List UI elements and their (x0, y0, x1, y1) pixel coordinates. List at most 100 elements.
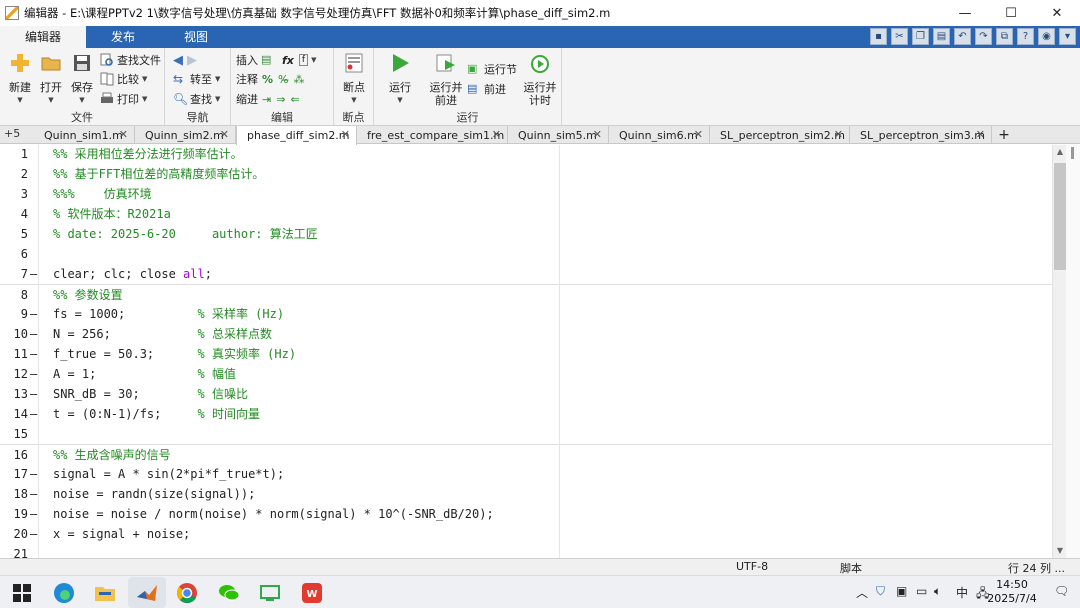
code-line[interactable]: 5 % date: 2025-6-20 author: 算法工匠 (0, 224, 1052, 244)
indent-button[interactable]: 缩进 ⇥ ⇒ ⇐ (236, 90, 300, 108)
close-button[interactable]: ✕ (1034, 0, 1080, 26)
uncomment-icon[interactable]: %̶ (278, 73, 288, 86)
redo-icon[interactable]: ↷ (975, 28, 992, 45)
close-tab-icon[interactable]: ✕ (593, 128, 602, 141)
code-line[interactable]: 19— noise = noise / norm(noise) * norm(si… (0, 504, 1052, 524)
wrap-comments-icon[interactable]: ⁂ (293, 73, 304, 86)
code-line[interactable]: 13— SNR_dB = 30; % 信噪比 (0, 384, 1052, 404)
system-clock[interactable]: 14:50 2025/7/4 (982, 578, 1042, 606)
tab-view[interactable]: 视图 (160, 26, 232, 48)
line-number[interactable]: 12 (0, 364, 28, 384)
wechat-icon[interactable] (217, 581, 241, 605)
line-number[interactable]: 18 (0, 484, 28, 504)
code-line[interactable]: 3 %%% 仿真环境 (0, 184, 1052, 204)
line-number[interactable]: 1 (0, 145, 28, 164)
smart-indent-icon[interactable]: ⇥ (262, 93, 271, 106)
back-arrow-icon[interactable]: ◀ (173, 53, 183, 68)
screen-tool-icon[interactable] (258, 581, 282, 605)
comment-button[interactable]: 注释 % %̶ ⁂ (236, 70, 304, 88)
function-menu-icon[interactable]: f (298, 54, 309, 66)
input-method-indicator[interactable]: 中 (956, 584, 968, 601)
doc-tab[interactable]: SL_perceptron_sim2.m ✕ (710, 126, 850, 144)
switch-windows-icon[interactable]: ⧉ (996, 28, 1013, 45)
breakpoint-marker[interactable]: — (30, 404, 37, 424)
line-number[interactable]: 10 (0, 324, 28, 344)
increase-indent-icon[interactable]: ⇒ (276, 93, 285, 106)
line-number[interactable]: 21 (0, 544, 28, 558)
doc-tab[interactable]: Quinn_sim2.m ✕ (135, 126, 236, 144)
code-line[interactable]: 7— clear; clc; close all; (0, 264, 1052, 284)
show-hidden-icons-icon[interactable]: ︿ (856, 584, 868, 601)
breakpoint-marker[interactable]: — (30, 504, 37, 524)
doc-tab[interactable]: Quinn_sim5.m ✕ (508, 126, 609, 144)
code-line[interactable]: 6 (0, 244, 1052, 264)
close-tab-icon[interactable]: ✕ (834, 128, 843, 141)
forward-arrow-icon[interactable]: ▶ (187, 53, 197, 68)
breakpoint-marker[interactable]: — (30, 384, 37, 404)
line-number[interactable]: 17 (0, 464, 28, 484)
code-line[interactable]: 17— signal = A * sin(2*pi*f_true*t); (0, 464, 1052, 484)
vertical-scrollbar[interactable]: ▲ ▼ (1052, 145, 1066, 558)
close-tab-icon[interactable]: ✕ (492, 128, 501, 141)
battery-icon[interactable]: ▭ (916, 584, 927, 598)
run-and-advance-button[interactable]: 运行并 前进 (428, 52, 464, 107)
decrease-indent-icon[interactable]: ⇐ (290, 93, 299, 106)
line-number[interactable]: 15 (0, 424, 28, 444)
close-tab-icon[interactable]: ✕ (694, 128, 703, 141)
options-icon[interactable]: ◉ (1038, 28, 1055, 45)
line-number[interactable]: 7 (0, 264, 28, 284)
run-button[interactable]: 运行 ▼ (384, 52, 416, 107)
breakpoint-marker[interactable]: — (30, 324, 37, 344)
code-line[interactable]: 14— t = (0:N-1)/fs; % 时间向量 (0, 404, 1052, 424)
breakpoints-button[interactable]: 断点 ▼ (338, 52, 370, 107)
scroll-down-icon[interactable]: ▼ (1053, 546, 1067, 556)
print-button[interactable]: 打印 ▼ (100, 90, 147, 108)
code-line[interactable]: 10— N = 256; % 总采样点数 (0, 324, 1052, 344)
tab-editor[interactable]: 编辑器 (0, 26, 86, 48)
code-line[interactable]: 16 %% 生成含噪声的信号 (0, 444, 1052, 464)
new-tab-button[interactable]: + (993, 126, 1015, 144)
code-line[interactable]: 20— x = signal + noise; (0, 524, 1052, 544)
code-line[interactable]: 21 (0, 544, 1052, 558)
close-tab-icon[interactable]: ✕ (220, 128, 229, 141)
doc-tab[interactable]: fre_est_compare_sim1.m ✕ (357, 126, 508, 144)
breakpoint-marker[interactable]: — (30, 264, 37, 284)
file-explorer-icon[interactable] (93, 581, 117, 605)
doc-tab-active[interactable]: phase_diff_sim2.m ✕ (236, 126, 357, 145)
advance-button[interactable]: ▤ 前进 (467, 80, 506, 98)
line-number[interactable]: 6 (0, 244, 28, 264)
open-button[interactable]: 打开 ▼ (35, 52, 67, 107)
line-number[interactable]: 8 (0, 285, 28, 305)
scroll-up-icon[interactable]: ▲ (1053, 147, 1067, 157)
fx-icon[interactable]: fx (282, 54, 294, 67)
matlab-icon[interactable] (135, 581, 159, 605)
find-button[interactable]: 🔍︎ 查找 ▼ (173, 90, 220, 108)
line-number[interactable]: 2 (0, 164, 28, 184)
security-shield-icon[interactable]: ⛉ (876, 584, 885, 599)
new-button[interactable]: 新建 ▼ (4, 52, 36, 107)
line-number[interactable]: 16 (0, 445, 28, 465)
volume-icon[interactable]: 🔈︎ (934, 584, 941, 599)
line-number[interactable]: 3 (0, 184, 28, 204)
doc-tab[interactable]: Quinn_sim1.m ✕ (34, 126, 135, 144)
line-number[interactable]: 14 (0, 404, 28, 424)
compare-button[interactable]: 比较 ▼ (100, 70, 147, 88)
windows-start-icon[interactable] (10, 581, 34, 605)
line-number[interactable]: 4 (0, 204, 28, 224)
close-tab-icon[interactable]: ✕ (341, 128, 350, 141)
help-icon[interactable]: ? (1017, 28, 1034, 45)
split-handle[interactable] (1066, 145, 1080, 558)
code-line[interactable]: 9— fs = 1000; % 采样率 (Hz) (0, 304, 1052, 324)
insert-button[interactable]: 插入 ▤ fx f ▼ (236, 51, 316, 69)
line-number[interactable]: 13 (0, 384, 28, 404)
run-and-time-button[interactable]: 运行并 计时 (522, 52, 558, 107)
doc-tab[interactable]: SL_perceptron_sim3.m ✕ (850, 126, 992, 144)
minimize-button[interactable]: — (942, 0, 988, 26)
code-line[interactable]: 18— noise = randn(size(signal)); (0, 484, 1052, 504)
paste-icon[interactable]: ▤ (933, 28, 950, 45)
scrollbar-thumb[interactable] (1054, 163, 1066, 270)
code-editor[interactable]: 1 %% 采用相位差分法进行频率估计。 2 %% 基于FFT相位差的高精度频率估计。 3… (0, 145, 1052, 558)
undo-icon[interactable]: ↶ (954, 28, 971, 45)
breakpoint-marker[interactable]: — (30, 304, 37, 324)
goto-button[interactable]: ⇆ 转至 ▼ (173, 70, 220, 88)
